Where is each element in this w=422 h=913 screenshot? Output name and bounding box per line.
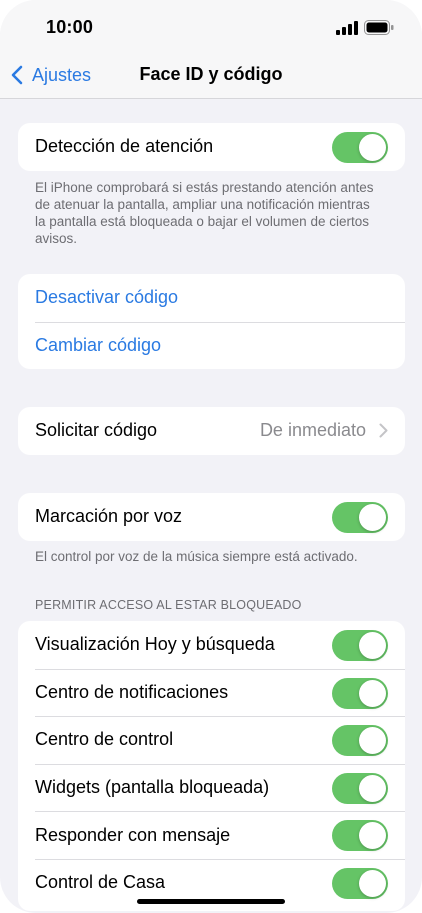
attention-group: Detección de atención xyxy=(18,123,405,171)
attention-toggle[interactable] xyxy=(332,132,388,163)
toggle-knob xyxy=(359,679,386,707)
today-search-toggle[interactable] xyxy=(332,630,388,661)
navigation-bar: Ajustes Face ID y código xyxy=(0,52,422,99)
attention-footnote: El iPhone comprobará si estás prestando … xyxy=(35,180,374,246)
locked-access-item-reply-message: Responder con mensaje xyxy=(18,811,405,859)
item-label: Control de Casa xyxy=(35,872,166,893)
require-passcode-value-wrap: De inmediato xyxy=(260,407,388,455)
widgets-toggle[interactable] xyxy=(332,772,388,804)
item-label: Centro de control xyxy=(35,729,174,750)
item-label: Visualización Hoy y búsqueda xyxy=(35,634,275,655)
require-passcode-row[interactable]: Solicitar código De inmediato xyxy=(18,407,405,455)
item-label: Widgets (pantalla bloqueada) xyxy=(35,777,270,798)
toggle-knob xyxy=(359,632,386,659)
control-center-toggle[interactable] xyxy=(332,725,388,757)
locked-access-item-notification-center: Centro de notificaciones xyxy=(18,668,405,717)
status-bar: 10:00 xyxy=(0,0,422,52)
require-passcode-label: Solicitar código xyxy=(35,420,158,441)
attention-label: Detección de atención xyxy=(35,136,214,157)
require-passcode-group: Solicitar código De inmediato xyxy=(18,407,405,455)
toggle-knob xyxy=(359,727,386,755)
toggle-knob xyxy=(359,134,386,161)
chevron-right-icon xyxy=(379,423,388,438)
settings-screen: 10:00 Ajustes Face ID y código Detección… xyxy=(0,0,422,913)
voice-dial-label: Marcación por voz xyxy=(35,506,183,527)
voice-dial-toggle[interactable] xyxy=(332,502,388,533)
locked-access-item-widgets: Widgets (pantalla bloqueada) xyxy=(18,763,405,812)
attention-row: Detección de atención xyxy=(18,123,405,171)
page-title: Face ID y código xyxy=(139,64,283,84)
require-passcode-value: De inmediato xyxy=(259,420,366,441)
home-indicator[interactable] xyxy=(137,899,285,904)
toggle-knob xyxy=(359,822,386,850)
battery-icon xyxy=(364,20,394,35)
notification-center-toggle[interactable] xyxy=(332,677,388,709)
item-label: Responder con mensaje xyxy=(35,824,231,845)
toggle-knob xyxy=(359,774,386,802)
voice-dial-group: Marcación por voz xyxy=(18,493,405,541)
voice-dial-footnote: El control por voz de la música siempre … xyxy=(35,549,358,564)
toggle-knob xyxy=(359,504,386,531)
toggle-knob xyxy=(359,869,386,897)
cellular-signal-icon xyxy=(336,21,358,35)
locked-access-header: PERMITIR ACCESO AL ESTAR BLOQUEADO xyxy=(35,598,302,612)
locked-access-group: Visualización Hoy y búsqueda Centro de n… xyxy=(18,621,405,911)
change-passcode-button[interactable]: Cambiar código xyxy=(18,321,405,370)
passcode-group: Desactivar código Cambiar código xyxy=(18,274,405,370)
disable-passcode-button[interactable]: Desactivar código xyxy=(18,274,405,322)
status-time: 10:00 xyxy=(46,17,94,37)
reply-message-toggle[interactable] xyxy=(332,820,388,852)
voice-dial-row: Marcación por voz xyxy=(18,493,405,541)
home-control-toggle[interactable] xyxy=(332,867,388,899)
locked-access-item-control-center: Centro de control xyxy=(18,716,405,764)
item-label: Centro de notificaciones xyxy=(35,681,229,702)
locked-access-item-today-search: Visualización Hoy y búsqueda xyxy=(18,621,405,669)
